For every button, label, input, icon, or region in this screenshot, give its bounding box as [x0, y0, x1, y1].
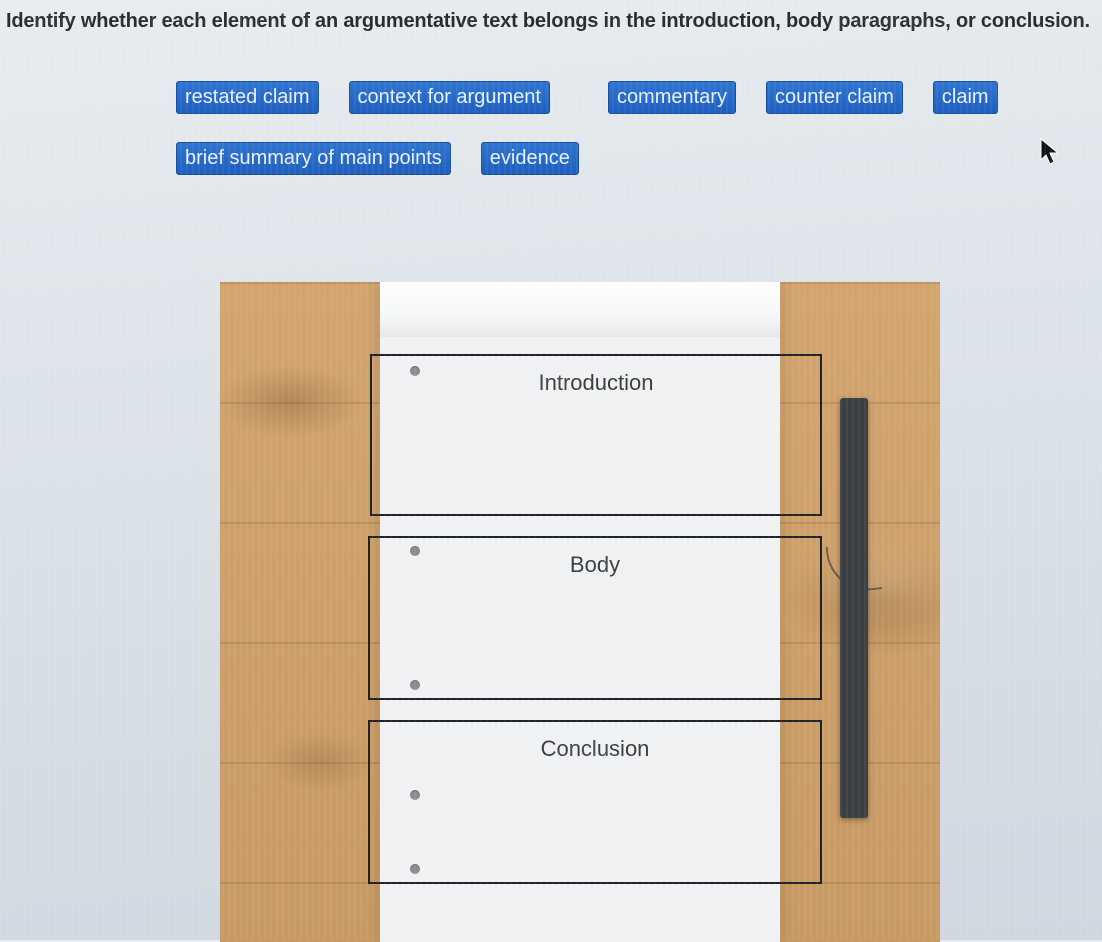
dropzone-introduction[interactable]: Introduction — [370, 354, 822, 516]
draggable-bank: restated claim context for argument comm… — [0, 41, 1100, 175]
drag-item-brief-summary[interactable]: brief summary of main points — [176, 142, 451, 175]
drag-row: brief summary of main points evidence — [176, 142, 1100, 175]
dropzone-conclusion[interactable]: Conclusion — [368, 720, 822, 884]
drag-item-restated-claim[interactable]: restated claim — [176, 81, 319, 114]
question-text: Identify whether each element of an argu… — [0, 0, 1102, 41]
pen-icon — [840, 398, 868, 818]
dropzone-body[interactable]: Body — [368, 536, 822, 700]
drag-item-context-for-argument[interactable]: context for argument — [349, 81, 550, 114]
dropzone-label: Conclusion — [370, 722, 820, 762]
dropzone-label: Introduction — [372, 356, 820, 396]
drag-item-counter-claim[interactable]: counter claim — [766, 81, 903, 114]
paper-curl — [380, 282, 780, 338]
drag-item-commentary[interactable]: commentary — [608, 81, 736, 114]
drag-item-claim[interactable]: claim — [933, 81, 998, 114]
drag-item-evidence[interactable]: evidence — [481, 142, 579, 175]
drag-row: restated claim context for argument comm… — [176, 81, 1100, 114]
dropzone-label: Body — [370, 538, 820, 578]
drop-diagram: Introduction Body Conclusion — [220, 282, 940, 942]
